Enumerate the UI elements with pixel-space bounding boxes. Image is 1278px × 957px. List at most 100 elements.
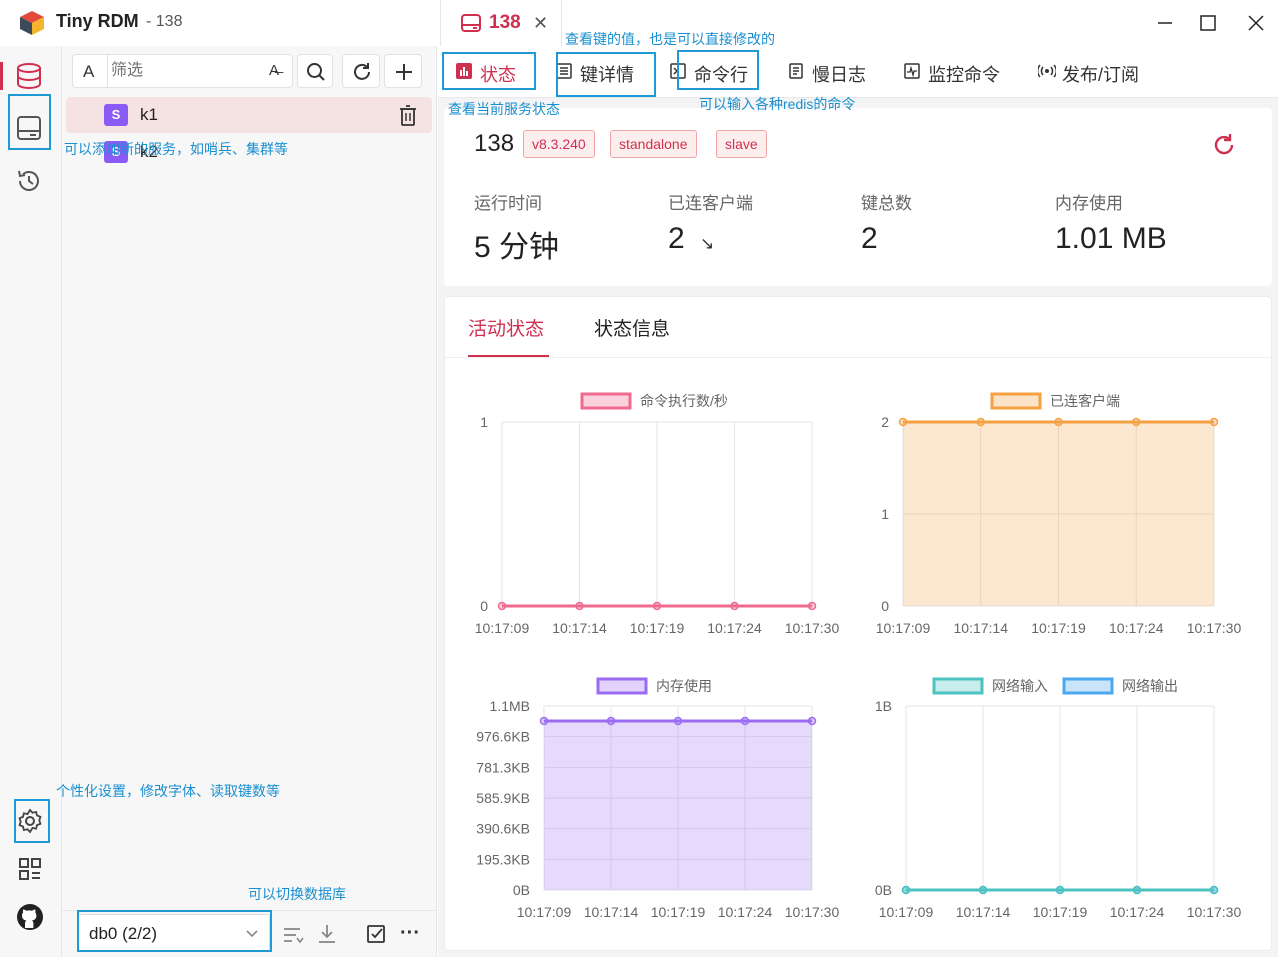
tab-label: 138 bbox=[489, 12, 521, 33]
data-point bbox=[497, 601, 507, 611]
more-ellipsis-icon[interactable]: ··· bbox=[400, 922, 420, 945]
tab-label: 监控命令 bbox=[928, 65, 1000, 85]
chart-memory-usage: 内存使用 1.1MB 976.6KB 781.3KB 585.9KB 390.6KB 195… bbox=[476, 677, 840, 920]
legend-swatch bbox=[596, 677, 648, 695]
annotation-box-settings bbox=[14, 799, 50, 843]
annotation-box-status-tab bbox=[442, 52, 536, 90]
data-point bbox=[901, 885, 911, 895]
monitor-icon bbox=[904, 63, 920, 79]
x-tick-label: 10:17:14 bbox=[954, 620, 1009, 636]
data-point bbox=[673, 716, 683, 726]
type-filter-button[interactable]: A bbox=[83, 62, 94, 82]
app-logo-icon bbox=[18, 9, 46, 37]
tab-pubsub[interactable]: 发布/订阅 bbox=[1038, 54, 1158, 90]
refresh-status-icon[interactable] bbox=[1211, 132, 1237, 158]
filter-input[interactable] bbox=[111, 59, 261, 83]
tab-connection-138[interactable]: 138 ✕ bbox=[440, 0, 562, 46]
key-panel: A A̶ S k1 S k2 db0 (2/2) ··· bbox=[62, 46, 437, 957]
chart-network-io: 网络输入 网络输出 1B 0B 10:17:09 10:17:14 10:17:19 10:1… bbox=[875, 677, 1241, 920]
subtab-info[interactable]: 状态信息 bbox=[594, 314, 670, 341]
y-tick-label: 0B bbox=[513, 882, 530, 898]
github-icon[interactable] bbox=[16, 903, 44, 931]
chart-connected-clients: 已连客户端 2 1 0 10:17:09 10:17:14 10:17:19 10:17:24… bbox=[876, 392, 1241, 636]
mode-tag: standalone bbox=[610, 130, 697, 158]
annotation-add-server: 可以添加新的服务，如哨兵、集群等 bbox=[64, 141, 288, 157]
annotation-settings: 个性化设置，修改字体、读取键数等 bbox=[56, 783, 280, 799]
y-tick-label: 390.6KB bbox=[476, 821, 530, 837]
x-tick-label: 10:17:14 bbox=[956, 904, 1011, 920]
legend-label: 已连客户端 bbox=[1050, 393, 1120, 409]
key-type-badge: S bbox=[104, 104, 128, 126]
data-point bbox=[575, 601, 584, 611]
role-tag: slave bbox=[716, 130, 767, 158]
annotation-box-cli-tab bbox=[677, 50, 759, 90]
stat-memory-value: 1.01 MB bbox=[1055, 222, 1167, 255]
active-indicator bbox=[0, 62, 3, 90]
tab-slowlog[interactable]: 慢日志 bbox=[788, 54, 878, 90]
data-point bbox=[1054, 417, 1063, 427]
sort-list-icon[interactable] bbox=[282, 924, 304, 946]
tab-close-icon[interactable]: ✕ bbox=[533, 13, 548, 34]
y-tick-label: 1 bbox=[480, 414, 488, 430]
annotation-key-detail: 查看键的值，也是可以直接修改的 bbox=[565, 31, 775, 47]
y-tick-label: 976.6KB bbox=[476, 729, 530, 745]
minimize-button[interactable] bbox=[1150, 8, 1180, 38]
font-case-icon[interactable]: A̶ bbox=[269, 62, 279, 79]
refresh-button[interactable] bbox=[342, 54, 380, 88]
x-tick-label: 10:17:09 bbox=[517, 904, 572, 920]
annotation-status: 查看当前服务状态 bbox=[448, 101, 560, 117]
delete-trash-icon[interactable] bbox=[398, 105, 418, 127]
refresh-icon bbox=[354, 63, 370, 80]
annotation-box-key-detail-tab bbox=[556, 52, 656, 97]
pubsub-icon bbox=[1038, 64, 1056, 78]
stat-uptime-label: 运行时间 bbox=[474, 194, 542, 213]
close-window-button[interactable] bbox=[1241, 8, 1271, 38]
annotation-box-db-select bbox=[77, 910, 272, 952]
key-name: k1 bbox=[140, 105, 158, 124]
server-name: 138 bbox=[474, 130, 515, 157]
add-key-button[interactable] bbox=[384, 54, 422, 88]
search-button[interactable] bbox=[297, 54, 333, 88]
x-tick-label: 10:17:14 bbox=[584, 904, 639, 920]
slowlog-icon bbox=[789, 63, 803, 79]
x-tick-label: 10:17:09 bbox=[876, 620, 931, 636]
apps-grid-icon[interactable] bbox=[16, 855, 44, 883]
legend-swatch bbox=[932, 677, 984, 695]
trend-down-icon: ↘ bbox=[700, 234, 715, 253]
stat-keys-label: 键总数 bbox=[861, 194, 912, 213]
tab-label: 发布/订阅 bbox=[1062, 65, 1140, 85]
x-tick-label: 10:17:30 bbox=[785, 904, 840, 920]
x-tick-label: 10:17:30 bbox=[785, 620, 840, 636]
y-tick-label: 0 bbox=[881, 598, 889, 614]
x-tick-label: 10:17:09 bbox=[879, 904, 934, 920]
y-tick-label: 781.3KB bbox=[476, 759, 530, 775]
annotation-switch-db: 可以切换数据库 bbox=[248, 886, 346, 902]
data-point bbox=[807, 716, 817, 726]
y-tick-label: 0B bbox=[875, 882, 892, 898]
x-tick-label: 10:17:19 bbox=[630, 620, 685, 636]
legend-swatch bbox=[580, 392, 632, 410]
legend-label: 网络输出 bbox=[1122, 678, 1178, 694]
series-area bbox=[544, 721, 812, 890]
filter-box: A A̶ bbox=[72, 54, 293, 88]
subtab-activity[interactable]: 活动状态 bbox=[468, 314, 544, 341]
x-tick-label: 10:17:19 bbox=[1031, 620, 1086, 636]
data-point bbox=[976, 417, 985, 427]
y-tick-label: 195.3KB bbox=[476, 851, 530, 867]
legend-label: 网络输入 bbox=[992, 678, 1048, 694]
tab-monitor[interactable]: 监控命令 bbox=[904, 54, 1014, 90]
database-icon[interactable] bbox=[15, 62, 43, 90]
history-icon[interactable] bbox=[15, 167, 43, 195]
series-area bbox=[903, 422, 1214, 606]
data-point bbox=[652, 601, 662, 611]
maximize-button[interactable] bbox=[1193, 8, 1223, 38]
y-tick-label: 585.9KB bbox=[476, 790, 530, 806]
y-tick-label: 1B bbox=[875, 698, 892, 714]
legend-label: 内存使用 bbox=[656, 678, 712, 694]
app-connection-title: - 138 bbox=[146, 13, 183, 30]
check-select-icon[interactable] bbox=[365, 923, 387, 945]
stat-keys-value: 2 bbox=[861, 222, 878, 255]
data-point bbox=[807, 601, 817, 611]
import-download-icon[interactable] bbox=[316, 923, 338, 945]
key-row-k1[interactable]: S k1 bbox=[66, 97, 432, 133]
